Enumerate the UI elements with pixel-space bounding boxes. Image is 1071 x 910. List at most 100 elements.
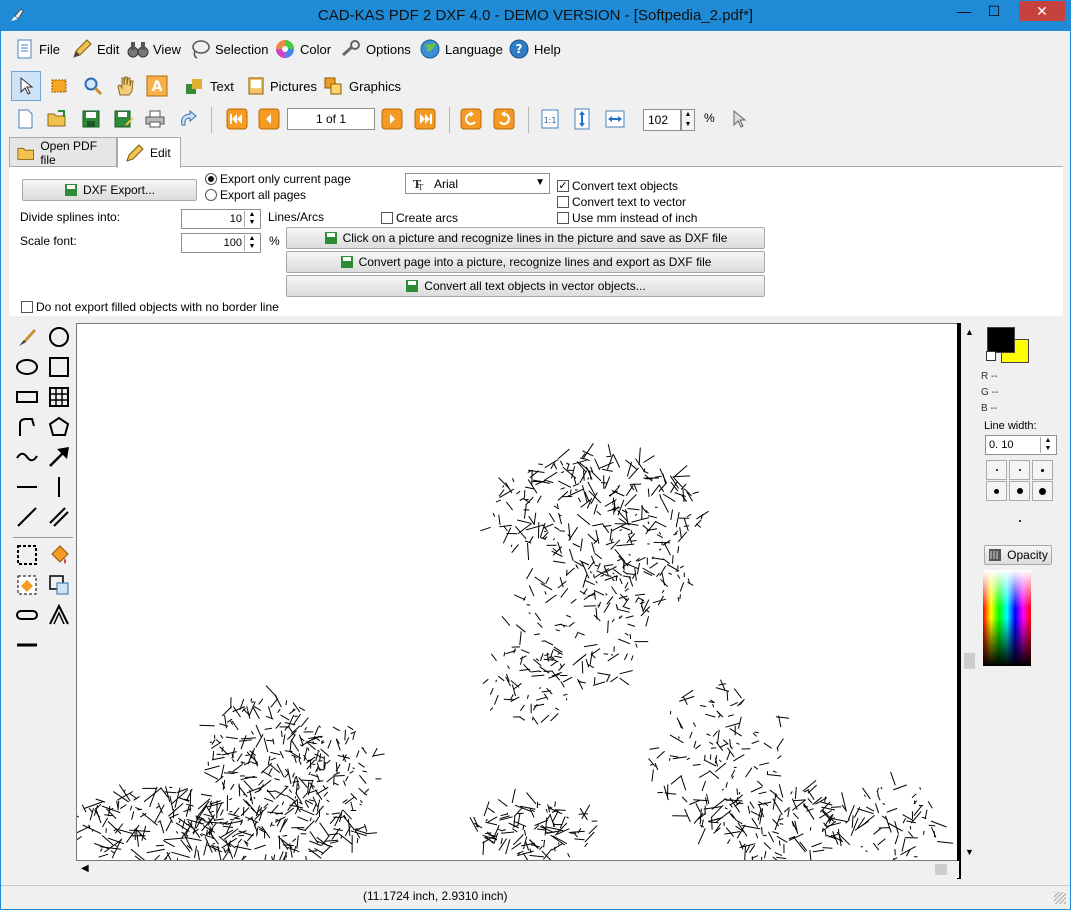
actual-size-icon: 1:1 bbox=[541, 109, 559, 129]
square-tool[interactable] bbox=[45, 353, 73, 381]
convert-text-vector-checkbox[interactable]: Convert text to vector bbox=[557, 195, 686, 209]
resize-grip-icon[interactable] bbox=[1054, 892, 1066, 904]
horizontal-scroll-thumb[interactable] bbox=[935, 864, 947, 875]
polygon-tool[interactable] bbox=[45, 413, 73, 441]
polyline-tool[interactable] bbox=[45, 601, 73, 629]
recognize-picture-button[interactable]: Click on a picture and recognize lines i… bbox=[286, 227, 765, 249]
print-button[interactable] bbox=[141, 105, 169, 133]
zoom-field[interactable]: 102 bbox=[643, 109, 681, 131]
zoom-tool[interactable] bbox=[79, 72, 107, 100]
scale-font-input[interactable]: 100 ▲ ▼ bbox=[181, 233, 261, 253]
export-all-radio[interactable]: Export all pages bbox=[205, 188, 306, 202]
rotate-right-button[interactable] bbox=[490, 105, 518, 133]
convert-page-button[interactable]: Convert page into a picture, recognize l… bbox=[286, 251, 765, 273]
sketch-stroke bbox=[769, 789, 778, 797]
maximize-button[interactable]: ☐ bbox=[981, 1, 1007, 21]
vertical-scroll-thumb[interactable] bbox=[964, 653, 975, 669]
convert-text-button[interactable]: Convert all text objects in vector objec… bbox=[286, 275, 765, 297]
arc-tool[interactable] bbox=[13, 413, 41, 441]
fill-select-tool[interactable] bbox=[13, 571, 41, 599]
rotate-left-button[interactable] bbox=[457, 105, 485, 133]
swap-colors-icon[interactable] bbox=[986, 351, 996, 361]
dotted-select-tool[interactable] bbox=[13, 541, 41, 569]
diagonal-line-tool[interactable] bbox=[13, 503, 41, 531]
dot-size-1[interactable] bbox=[986, 460, 1007, 480]
menu-edit[interactable]: Edit bbox=[71, 37, 119, 61]
menu-file[interactable]: File bbox=[15, 37, 60, 61]
hand-tool[interactable] bbox=[111, 72, 139, 100]
last-page-button[interactable] bbox=[411, 105, 439, 133]
new-button[interactable] bbox=[11, 105, 39, 133]
previous-page-button[interactable] bbox=[255, 105, 283, 133]
minimize-button[interactable]: — bbox=[951, 1, 977, 21]
convert-text-objects-checkbox[interactable]: ✓ Convert text objects bbox=[557, 179, 678, 193]
tab-open-pdf[interactable]: Open PDF file bbox=[9, 137, 117, 167]
circle-tool[interactable] bbox=[45, 323, 73, 351]
open-button[interactable] bbox=[43, 105, 71, 133]
tab-edit[interactable]: Edit bbox=[117, 137, 181, 168]
double-line-tool[interactable] bbox=[45, 503, 73, 531]
actual-size-button[interactable]: 1:1 bbox=[536, 105, 564, 133]
fit-height-button[interactable] bbox=[568, 105, 596, 133]
opacity-button[interactable]: Opacity bbox=[984, 545, 1052, 565]
foreground-color-swatch[interactable] bbox=[987, 327, 1015, 353]
menu-language[interactable]: Language bbox=[419, 37, 503, 61]
rounded-bar-tool[interactable] bbox=[13, 601, 41, 629]
first-page-button[interactable] bbox=[223, 105, 251, 133]
brush-tool[interactable] bbox=[13, 323, 41, 351]
fill-tool[interactable] bbox=[45, 541, 73, 569]
pictures-toggle[interactable]: Pictures bbox=[246, 76, 317, 96]
export-current-radio[interactable]: Export only current page bbox=[205, 172, 351, 186]
vertical-line-tool[interactable] bbox=[45, 473, 73, 501]
next-page-button[interactable] bbox=[378, 105, 406, 133]
thick-line-tool[interactable] bbox=[13, 631, 41, 659]
save-as-button[interactable] bbox=[109, 105, 137, 133]
font-select[interactable]: TT Arial ▼ bbox=[405, 173, 550, 194]
arrow-tool[interactable] bbox=[45, 443, 73, 471]
use-mm-checkbox[interactable]: Use mm instead of inch bbox=[557, 211, 697, 225]
no-filled-objects-checkbox[interactable]: Do not export filled objects with no bor… bbox=[21, 300, 279, 314]
fit-width-button[interactable] bbox=[601, 105, 629, 133]
page-number-field[interactable]: 1 of 1 bbox=[287, 108, 375, 130]
select-tool[interactable] bbox=[11, 71, 41, 101]
dot-size-4[interactable] bbox=[986, 481, 1007, 501]
menu-help[interactable]: ? Help bbox=[508, 37, 561, 61]
sketch-stroke bbox=[279, 851, 284, 860]
menu-options[interactable]: Options bbox=[340, 37, 411, 61]
scroll-down-icon[interactable]: ▼ bbox=[965, 847, 974, 857]
horizontal-scrollbar[interactable]: ◀ bbox=[77, 861, 959, 878]
rectangle-select-tool[interactable] bbox=[45, 72, 73, 100]
scroll-up-icon[interactable]: ▲ bbox=[965, 327, 974, 337]
scroll-left-icon[interactable]: ◀ bbox=[81, 863, 89, 874]
menu-color[interactable]: Color bbox=[274, 37, 331, 61]
menu-selection[interactable]: Selection bbox=[189, 37, 268, 61]
dot-size-6[interactable] bbox=[1032, 481, 1053, 501]
save-button[interactable] bbox=[77, 105, 105, 133]
dot-size-2[interactable] bbox=[1009, 460, 1030, 480]
curve-tool[interactable] bbox=[13, 443, 41, 471]
text-tool[interactable]: A bbox=[143, 72, 171, 100]
undo-button[interactable] bbox=[173, 105, 201, 133]
graphics-toggle[interactable]: Graphics bbox=[323, 76, 401, 96]
object-select-tool[interactable] bbox=[45, 571, 73, 599]
zoom-spinner[interactable]: ▲ ▼ bbox=[681, 109, 695, 131]
drawing-canvas[interactable] bbox=[76, 323, 959, 861]
wrench-icon bbox=[342, 40, 360, 57]
pointer-tool[interactable] bbox=[725, 105, 753, 133]
text-objects-toggle[interactable]: Text bbox=[184, 76, 234, 96]
vertical-scrollbar[interactable]: ▲ ▼ bbox=[961, 323, 978, 861]
menu-view[interactable]: View bbox=[127, 37, 181, 61]
dxf-export-button[interactable]: DXF Export... bbox=[22, 179, 197, 201]
ellipse-tool[interactable] bbox=[13, 353, 41, 381]
dot-size-3[interactable] bbox=[1032, 460, 1053, 480]
horizontal-line-tool[interactable] bbox=[13, 473, 41, 501]
line-width-input[interactable]: 0. 10 ▲ ▼ bbox=[985, 435, 1057, 455]
grid-tool[interactable] bbox=[45, 383, 73, 411]
color-palette[interactable] bbox=[983, 570, 1031, 666]
dot-size-5[interactable] bbox=[1009, 481, 1030, 501]
create-arcs-checkbox[interactable]: Create arcs bbox=[381, 211, 458, 225]
undo-arrow-icon bbox=[181, 109, 197, 126]
rectangle-tool[interactable] bbox=[13, 383, 41, 411]
close-button[interactable]: ✕ bbox=[1019, 1, 1065, 21]
divide-splines-input[interactable]: 10 ▲ ▼ bbox=[181, 209, 261, 229]
